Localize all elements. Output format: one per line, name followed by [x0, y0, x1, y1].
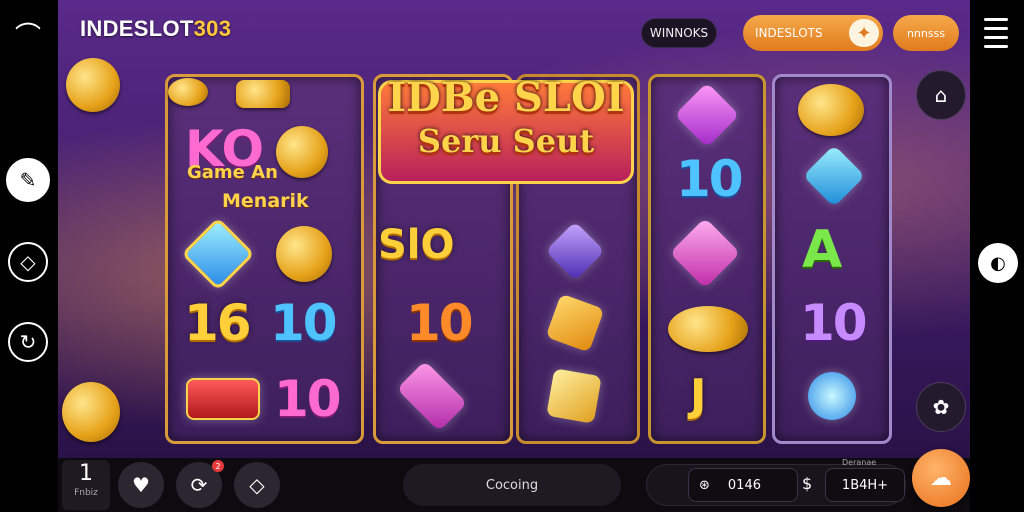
symbol-a: A [802, 220, 843, 280]
heart-icon: ♥ [132, 473, 150, 497]
mascot-coin-symbol [276, 226, 332, 282]
site-logo[interactable]: INDESLOT303 [80, 16, 231, 42]
autospin-icon[interactable]: ✿ [916, 382, 966, 432]
wallet-icon: ⊛ [699, 477, 710, 493]
symbol-10-orange: 10 [406, 294, 474, 352]
game-subtitle: Game An [187, 162, 278, 183]
decor-coin [62, 382, 120, 442]
menu-icon[interactable] [984, 18, 1008, 48]
notification-badge: 2 [212, 460, 224, 472]
symbol-10-r4: 10 [676, 150, 744, 208]
spin-icon: ⟳ [190, 473, 208, 497]
coin-symbol [168, 78, 208, 106]
right-sidebar: ◐ [970, 0, 1024, 512]
symbol-10-blue: 10 [270, 294, 338, 352]
home-icon[interactable]: ⌂ [916, 70, 966, 120]
gold-coin-r5 [798, 84, 864, 136]
bet-selector[interactable]: 1 Fnbiz [62, 460, 110, 510]
winners-button[interactable]: WINNOKS [641, 18, 717, 48]
red-gem-symbol [186, 378, 260, 420]
diamond-icon[interactable]: ◇ [8, 242, 48, 282]
symbol-j: J [690, 370, 706, 421]
mascot-symbol [276, 126, 328, 178]
promo-button[interactable]: nnnsss [893, 15, 959, 51]
currency-icon: $ [802, 474, 813, 493]
sparkle-icon: ✦ [849, 19, 879, 47]
decor-coin [66, 58, 120, 112]
win-display: 1B4H+ [825, 468, 905, 502]
back-icon[interactable]: ⌒ [6, 12, 50, 56]
symbol-10-pink: 10 [274, 370, 342, 428]
big-coin-symbol [668, 306, 748, 352]
title-banner: IDBe SLOI Seru Seut [387, 74, 625, 160]
game-tagline: Menarik [222, 190, 309, 212]
gem-button[interactable]: ◇ [234, 462, 280, 508]
favorite-button[interactable]: ♥ [118, 462, 164, 508]
credit-display: ⊛ 0146 [688, 468, 798, 502]
symbol-10-purple: 10 [800, 294, 868, 352]
gold-bar-symbol [236, 80, 290, 108]
spin-button[interactable]: ☁ [912, 449, 970, 507]
gem-icon: ◇ [249, 473, 265, 497]
edit-icon[interactable]: ✎ [6, 158, 50, 202]
spin-button-icon: ☁ [930, 465, 952, 491]
win-label: Deranae [842, 458, 877, 467]
next-icon[interactable]: ◐ [978, 243, 1018, 283]
indeslots-button[interactable]: INDESLOTS ✦ [743, 15, 883, 51]
left-sidebar: ⌒ ✎ ◇ ↻ [0, 0, 58, 512]
slot-label-symbol: SlO [378, 222, 455, 268]
symbol-16: 16 [184, 294, 252, 352]
status-message: Cocoing [403, 464, 621, 506]
refresh-icon[interactable]: ↻ [8, 322, 48, 362]
gold-crystal-symbol [546, 368, 602, 424]
